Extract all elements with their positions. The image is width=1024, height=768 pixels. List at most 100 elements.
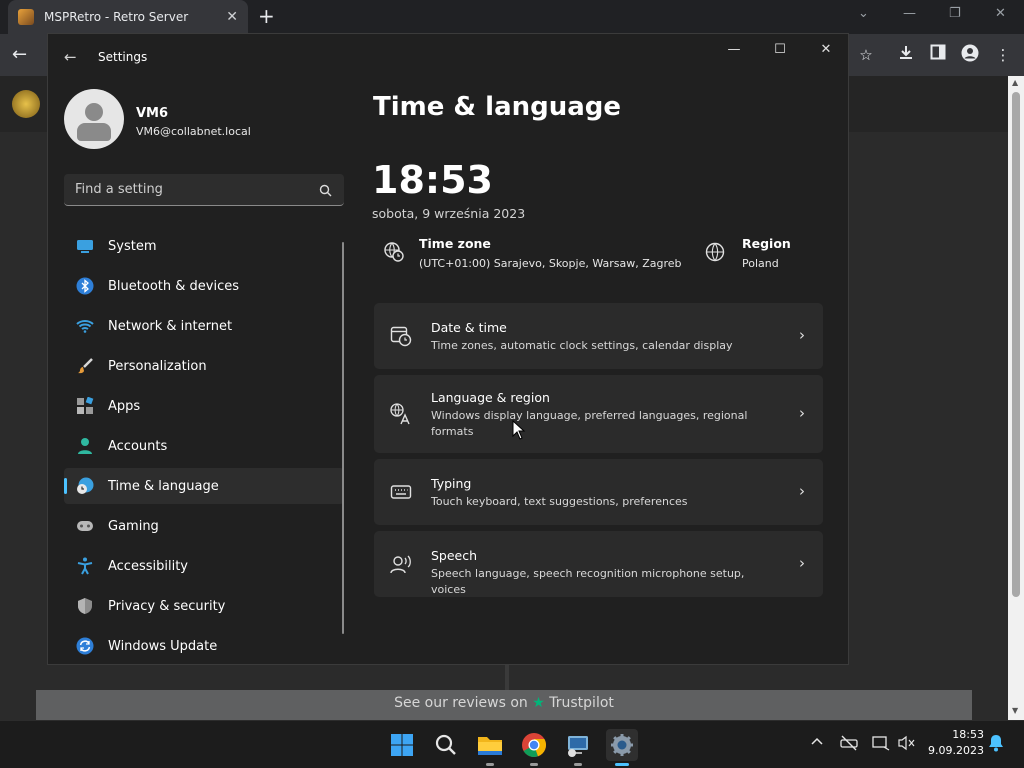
bookmark-star-icon[interactable]: ☆: [855, 44, 877, 66]
side-panel-icon[interactable]: [927, 44, 949, 66]
page-divider: [505, 664, 509, 690]
browser-tab[interactable]: MSPRetro - Retro Server ✕: [8, 0, 248, 34]
download-icon[interactable]: [895, 44, 917, 66]
volume-muted-icon[interactable]: [898, 735, 916, 755]
gamepad-icon: [76, 517, 94, 535]
globe-icon: [705, 242, 727, 264]
network-icon[interactable]: [872, 735, 890, 755]
typing-card[interactable]: Typing Touch keyboard, text suggestions,…: [374, 459, 823, 525]
scroll-up-icon[interactable]: ▲: [1012, 78, 1018, 87]
sidebar-item-network[interactable]: Network & internet: [64, 308, 344, 344]
settings-back-icon[interactable]: ←: [64, 48, 77, 66]
user-name: VM6: [136, 106, 169, 121]
start-icon: [391, 734, 413, 756]
language-region-card[interactable]: Language & region Windows display langua…: [374, 375, 823, 453]
site-logo-icon[interactable]: [12, 90, 40, 118]
globe-clock-icon: [76, 477, 94, 495]
sidebar-item-system[interactable]: System: [64, 228, 344, 264]
sidebar-item-accounts[interactable]: Accounts: [64, 428, 344, 464]
sidebar-item-label: Time & language: [108, 478, 219, 494]
sidebar-item-label: Accessibility: [108, 558, 188, 574]
chrome-button[interactable]: [518, 729, 550, 766]
card-subtitle: Windows display language, preferred lang…: [431, 409, 748, 438]
taskbar-search-button[interactable]: [430, 729, 462, 761]
scroll-down-icon[interactable]: ▼: [1012, 706, 1018, 715]
running-indicator: [530, 763, 538, 766]
browser-close-icon[interactable]: ✕: [995, 6, 1006, 21]
search-icon[interactable]: [319, 182, 332, 201]
time-zone-value: (UTC+01:00) Sarajevo, Skopje, Warsaw, Za…: [419, 257, 682, 270]
card-subtitle: Touch keyboard, text suggestions, prefer…: [431, 495, 688, 508]
browser-restore-icon[interactable]: ❐: [949, 6, 961, 21]
chevron-right-icon: ›: [799, 482, 805, 500]
keyboard-icon: [390, 481, 412, 503]
date-time-card[interactable]: Date & time Time zones, automatic clock …: [374, 303, 823, 369]
sidebar-item-apps[interactable]: Apps: [64, 388, 344, 424]
tab-search-chevron-icon[interactable]: ⌄: [858, 6, 869, 21]
sidebar-item-windows-update[interactable]: Windows Update: [64, 628, 344, 664]
mouse-cursor-icon: [512, 419, 526, 444]
file-explorer-button[interactable]: [474, 729, 506, 766]
sidebar-item-gaming[interactable]: Gaming: [64, 508, 344, 544]
sidebar-item-privacy[interactable]: Privacy & security: [64, 588, 344, 624]
browser-tab-strip: MSPRetro - Retro Server ✕ + ⌄ — ❐ ✕: [0, 0, 1024, 34]
settings-nav: System Bluetooth & devices Network & int…: [64, 228, 344, 668]
file-explorer-icon: [478, 737, 502, 755]
tray-overflow-chevron-icon[interactable]: [810, 735, 824, 753]
drive-offline-icon[interactable]: [840, 735, 858, 755]
sidebar-item-label: Bluetooth & devices: [108, 278, 239, 294]
page-title: Time & language: [373, 92, 622, 122]
wifi-icon: [76, 317, 94, 335]
clock-display: 18:53: [372, 158, 493, 202]
scrollbar-thumb[interactable]: [1012, 92, 1020, 597]
sidebar-item-bluetooth[interactable]: Bluetooth & devices: [64, 268, 344, 304]
browser-minimize-icon[interactable]: —: [903, 6, 916, 21]
nav-scrollbar[interactable]: [342, 242, 344, 634]
time-zone-icon: [383, 241, 405, 263]
remote-desktop-button[interactable]: [562, 729, 594, 766]
brush-icon: [76, 357, 94, 375]
notification-bell-icon[interactable]: [988, 734, 1004, 756]
start-button[interactable]: [386, 729, 418, 761]
date-display: sobota, 9 września 2023: [372, 206, 526, 221]
reviews-text: See our reviews on: [394, 695, 528, 711]
browser-menu-icon[interactable]: ⋮: [992, 44, 1014, 66]
page-scrollbar[interactable]: ▲ ▼: [1008, 76, 1024, 720]
sidebar-item-personalization[interactable]: Personalization: [64, 348, 344, 384]
sidebar-item-label: Apps: [108, 398, 141, 414]
settings-minimize-icon[interactable]: —: [712, 42, 756, 62]
chevron-right-icon: ›: [799, 326, 805, 344]
reviews-banner[interactable]: See our reviews on ★ Trustpilot: [36, 690, 972, 720]
search-input[interactable]: [64, 174, 314, 204]
settings-title-bar[interactable]: ← Settings — ☐ ✕: [48, 34, 848, 82]
region-title: Region: [742, 236, 791, 251]
sidebar-item-label: Gaming: [108, 518, 159, 534]
taskbar-time[interactable]: 18:53: [928, 728, 984, 741]
bluetooth-icon: [76, 277, 94, 295]
card-title: Typing: [431, 476, 472, 491]
speech-card[interactable]: Speech Speech language, speech recogniti…: [374, 531, 823, 597]
sidebar-item-time-language[interactable]: Time & language: [64, 468, 344, 504]
avatar-head: [85, 103, 103, 121]
browser-back-icon[interactable]: ←: [12, 44, 27, 65]
avatar[interactable]: [64, 89, 124, 149]
settings-maximize-icon[interactable]: ☐: [758, 42, 802, 62]
profile-icon[interactable]: [959, 44, 981, 66]
find-setting-search-box[interactable]: [64, 174, 344, 206]
sidebar-item-label: Windows Update: [108, 638, 218, 654]
sidebar-item-label: System: [108, 238, 157, 254]
sidebar-item-label: Personalization: [108, 358, 207, 374]
taskbar-date[interactable]: 9.09.2023: [918, 744, 984, 757]
card-subtitle: Speech language, speech recognition micr…: [431, 567, 745, 596]
sidebar-item-accessibility[interactable]: Accessibility: [64, 548, 344, 584]
search-icon: [435, 734, 456, 755]
calendar-clock-icon: [390, 325, 412, 347]
card-subtitle: Time zones, automatic clock settings, ca…: [431, 339, 733, 352]
new-tab-button[interactable]: +: [258, 6, 275, 26]
tab-close-icon[interactable]: ✕: [226, 9, 238, 25]
region-value: Poland: [742, 257, 779, 270]
language-icon: [390, 403, 412, 425]
settings-button[interactable]: [606, 729, 638, 766]
settings-close-icon[interactable]: ✕: [804, 42, 848, 62]
chevron-right-icon: ›: [799, 404, 805, 422]
